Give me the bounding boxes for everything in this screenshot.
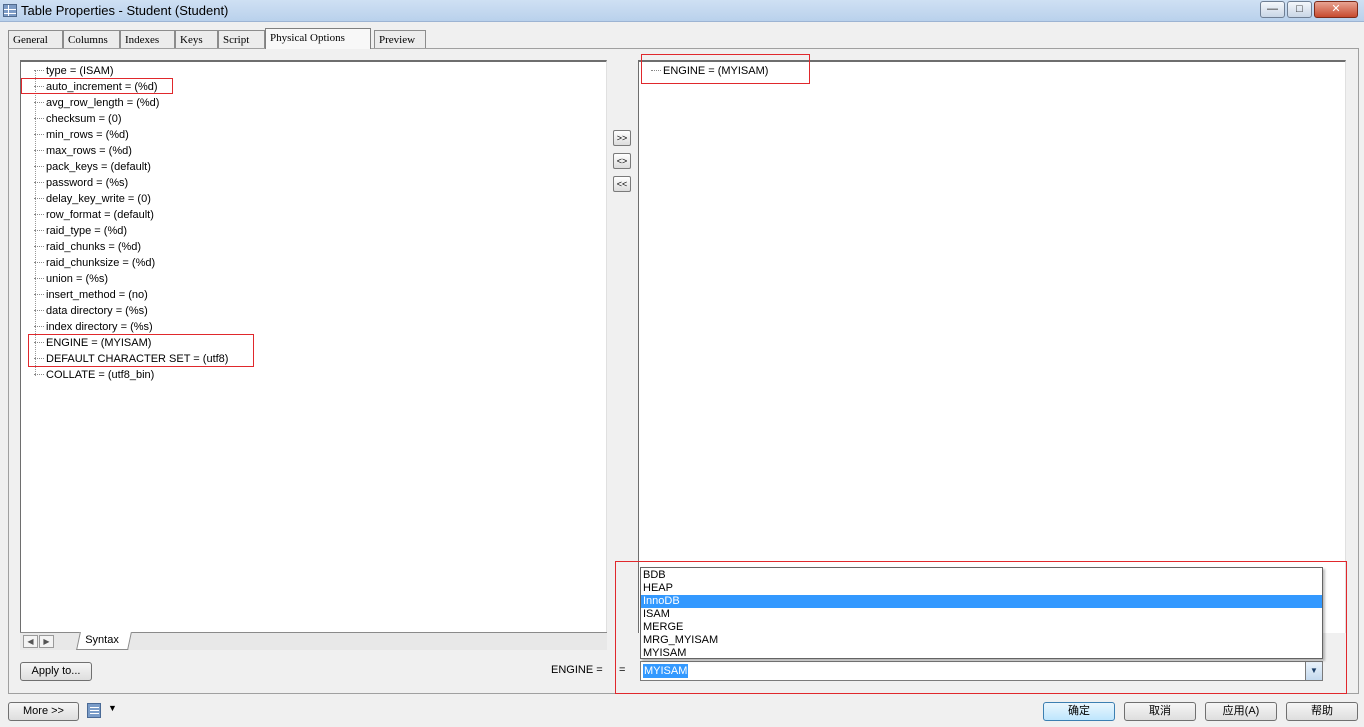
option-tree-item[interactable]: max_rows = (%d) xyxy=(34,143,132,159)
option-tree-label: avg_row_length = (%d) xyxy=(46,97,160,109)
engine-selected-value: MYISAM xyxy=(643,664,689,678)
tree-connector xyxy=(34,149,44,151)
remove-option-button[interactable]: << xyxy=(613,176,631,192)
tree-connector xyxy=(34,197,44,199)
option-tree-item[interactable]: index directory = (%s) xyxy=(34,319,153,335)
tree-connector xyxy=(34,133,44,135)
apply-to-button[interactable]: Apply to... xyxy=(20,662,92,681)
option-tree-item[interactable]: COLLATE = (utf8_bin) xyxy=(34,367,154,383)
option-tree-label: min_rows = (%d) xyxy=(46,129,129,141)
option-label: ENGINE = xyxy=(551,664,603,676)
tree-connector xyxy=(34,229,44,231)
option-tree-item[interactable]: raid_chunksize = (%d) xyxy=(34,255,155,271)
tab-keys[interactable]: Keys xyxy=(175,30,218,49)
tree-connector xyxy=(34,325,44,327)
scroll-right-icon[interactable]: ▶ xyxy=(39,635,54,648)
option-tree-label: pack_keys = (default) xyxy=(46,161,151,173)
option-tree-item[interactable]: insert_method = (no) xyxy=(34,287,148,303)
ok-button[interactable]: 确定 xyxy=(1043,702,1115,721)
add-option-button[interactable]: >> xyxy=(613,130,631,146)
option-tree-label: raid_chunksize = (%d) xyxy=(46,257,156,269)
tab-script[interactable]: Script xyxy=(218,30,265,49)
option-tree-item[interactable]: row_format = (default) xyxy=(34,207,154,223)
tree-connector xyxy=(34,165,44,167)
help-button[interactable]: 帮助 xyxy=(1286,702,1358,721)
option-tree-label: row_format = (default) xyxy=(46,209,154,221)
tab-preview[interactable]: Preview xyxy=(374,30,426,49)
menu-dropdown-icon[interactable]: ▼ xyxy=(108,703,117,713)
engine-option[interactable]: MYISAM xyxy=(641,647,1322,660)
tree-connector xyxy=(34,181,44,183)
option-tree-label: insert_method = (no) xyxy=(46,289,148,301)
apply-button[interactable]: 应用(A) xyxy=(1205,702,1277,721)
option-tree-label: raid_chunks = (%d) xyxy=(46,241,142,253)
tab-indexes[interactable]: Indexes xyxy=(120,30,175,49)
option-tree-item[interactable]: raid_chunks = (%d) xyxy=(34,239,141,255)
engine-option[interactable]: MRG_MYISAM xyxy=(641,634,1322,647)
option-tree-item[interactable]: checksum = (0) xyxy=(34,111,122,127)
option-tree-item[interactable]: data directory = (%s) xyxy=(34,303,148,319)
annotation-engine-charset xyxy=(28,334,254,367)
option-tree-label: checksum = (0) xyxy=(46,113,122,125)
option-tree-item[interactable]: type = (ISAM) xyxy=(34,63,114,79)
engine-option[interactable]: HEAP xyxy=(641,582,1322,595)
option-tree-label: type = (ISAM) xyxy=(46,65,114,77)
option-tree-label: index directory = (%s) xyxy=(46,321,153,333)
chevron-down-icon[interactable]: ▼ xyxy=(1305,662,1322,680)
window-title: Table Properties - Student (Student) xyxy=(21,3,229,18)
engine-select[interactable]: MYISAM ▼ xyxy=(640,661,1323,681)
syntax-tab-label: Syntax xyxy=(85,634,119,646)
tree-connector xyxy=(34,309,44,311)
tree-connector xyxy=(34,373,44,375)
engine-option[interactable]: BDB xyxy=(641,569,1322,582)
scroll-left-icon[interactable]: ◀ xyxy=(23,635,38,648)
cancel-button[interactable]: 取消 xyxy=(1124,702,1196,721)
option-tree-label: COLLATE = (utf8_bin) xyxy=(46,369,155,381)
tree-connector xyxy=(34,293,44,295)
tree-connector xyxy=(34,117,44,119)
selected-options-tree[interactable]: ENGINE = (MYISAM) xyxy=(638,60,1346,633)
option-tree-label: max_rows = (%d) xyxy=(46,145,132,157)
tree-connector xyxy=(34,245,44,247)
minimize-button[interactable]: — xyxy=(1260,1,1285,18)
tree-connector xyxy=(34,101,44,103)
annotation-auto-increment xyxy=(21,78,173,94)
annotation-selected-engine xyxy=(641,54,810,84)
option-tree-item[interactable]: delay_key_write = (0) xyxy=(34,191,151,207)
option-tree-item[interactable]: min_rows = (%d) xyxy=(34,127,129,143)
option-tree-item[interactable]: avg_row_length = (%d) xyxy=(34,95,159,111)
tree-connector xyxy=(34,261,44,263)
engine-option[interactable]: MERGE xyxy=(641,621,1322,634)
tab-syntax[interactable]: Syntax xyxy=(76,632,132,650)
option-tree-item[interactable]: pack_keys = (default) xyxy=(34,159,151,175)
option-tree-item[interactable]: union = (%s) xyxy=(34,271,108,287)
table-icon xyxy=(3,4,17,17)
maximize-button[interactable]: □ xyxy=(1287,1,1312,18)
more-button[interactable]: More >> xyxy=(8,702,79,721)
option-tree-label: password = (%s) xyxy=(46,177,129,189)
option-tree-label: data directory = (%s) xyxy=(46,305,148,317)
close-button[interactable]: ✕ xyxy=(1314,1,1358,18)
title-bar: Table Properties - Student (Student) — □… xyxy=(0,0,1364,22)
option-tree-label: union = (%s) xyxy=(46,273,109,285)
bottom-tab-bar: ◀ ▶ Syntax xyxy=(20,632,607,650)
swap-option-button[interactable]: <> xyxy=(613,153,631,169)
option-tree-item[interactable]: password = (%s) xyxy=(34,175,128,191)
tab-physical-options[interactable]: Physical Options xyxy=(265,28,371,49)
option-tree-item[interactable]: raid_type = (%d) xyxy=(34,223,127,239)
engine-dropdown-list[interactable]: BDB HEAP InnoDB ISAM MERGE MRG_MYISAM MYISAM xyxy=(640,567,1323,659)
engine-option[interactable]: InnoDB xyxy=(641,595,1322,608)
option-tree-label: raid_type = (%d) xyxy=(46,225,128,237)
tree-connector xyxy=(34,277,44,279)
engine-option[interactable]: ISAM xyxy=(641,608,1322,621)
tree-connector xyxy=(34,213,44,215)
property-sheet-icon[interactable] xyxy=(87,703,101,718)
tree-connector xyxy=(34,69,44,71)
option-tree-label: delay_key_write = (0) xyxy=(46,193,151,205)
tab-general[interactable]: General xyxy=(8,30,63,49)
tab-columns[interactable]: Columns xyxy=(63,30,120,49)
